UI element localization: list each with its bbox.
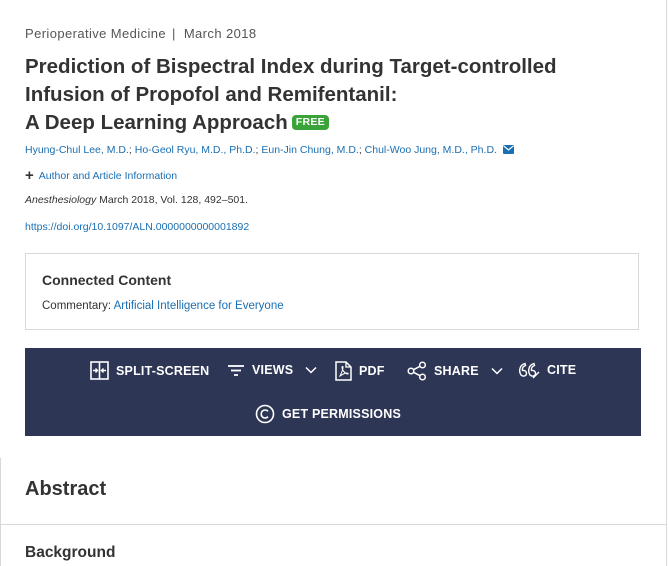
category-link[interactable]: Perioperative Medicine [25, 26, 166, 41]
get-permissions-button[interactable]: GET PERMISSIONS [255, 404, 401, 424]
page-frame-left-border [0, 458, 1, 566]
author-link-4[interactable]: Chul-Woo Jung, M.D., Ph.D. [365, 144, 497, 156]
cite-button[interactable]: CITE [518, 361, 576, 379]
article-meta: Perioperative Medicine | March 2018 [25, 26, 256, 41]
author-link-1[interactable]: Hyung-Chul Lee, M.D. [25, 144, 129, 156]
cite-label: CITE [547, 363, 577, 377]
author-separator: ; [128, 144, 132, 156]
cite-icon [518, 361, 540, 379]
citation-details: March 2018, Vol. 128, 492–501. [99, 194, 249, 206]
chevron-down-icon [491, 367, 503, 375]
author-list: Hyung-Chul Lee, M.D.; Ho-Geol Ryu, M.D.,… [25, 144, 514, 157]
free-badge: FREE [291, 115, 329, 130]
share-icon [407, 361, 427, 381]
connected-content-heading: Connected Content [42, 272, 172, 288]
title-line-1: Prediction of Bispectral Index during Ta… [25, 55, 557, 78]
author-separator: ; [255, 144, 259, 156]
pdf-icon [335, 361, 352, 381]
author-info-label: Author and Article Information [38, 170, 178, 182]
title-line-3: A Deep Learning Approach FREE [25, 109, 625, 137]
views-button[interactable]: VIEWS [227, 361, 317, 379]
author-info-toggle[interactable]: + Author and Article Information [25, 167, 177, 184]
author-link-3[interactable]: Eun-Jin Chung, M.D. [261, 144, 358, 156]
views-label: VIEWS [252, 363, 294, 377]
chevron-down-icon [305, 366, 317, 374]
pdf-label: PDF [359, 364, 385, 378]
share-button[interactable]: SHARE [407, 361, 503, 381]
filter-icon [227, 361, 245, 379]
abstract-heading: Abstract [25, 478, 107, 500]
copyright-icon [255, 404, 275, 424]
author-separator: ; [358, 144, 362, 156]
citation-line: Anesthesiology March 2018, Vol. 128, 492… [25, 194, 248, 206]
plus-icon: + [25, 167, 34, 184]
title-line-2: Infusion of Propofol and Remifentanil: [25, 83, 398, 106]
section-divider [1, 524, 666, 525]
page-frame-right-border [666, 0, 667, 566]
mail-icon[interactable] [502, 145, 514, 157]
commentary-line: Commentary: Artificial Intelligence for … [42, 300, 284, 312]
split-screen-label: SPLIT-SCREEN [116, 363, 210, 378]
title-line-3-text: A Deep Learning Approach [25, 111, 288, 134]
doi-link[interactable]: https://doi.org/10.1097/ALN.000000000000… [25, 221, 249, 233]
connected-content-box: Connected Content Commentary: Artificial… [25, 253, 639, 330]
commentary-label: Commentary: [42, 300, 112, 312]
pdf-button[interactable]: PDF [335, 361, 385, 381]
background-heading: Background [25, 544, 116, 561]
split-screen-icon [90, 361, 109, 380]
article-toolbar: SPLIT-SCREEN VIEWS PDF SHARE CITE GET PE… [25, 348, 641, 436]
commentary-link[interactable]: Artificial Intelligence for Everyone [114, 300, 284, 312]
publication-date: March 2018 [183, 26, 257, 41]
author-link-2[interactable]: Ho-Geol Ryu, M.D., Ph.D. [135, 144, 256, 156]
meta-separator: | [172, 26, 176, 41]
share-label: SHARE [434, 364, 479, 378]
split-screen-button[interactable]: SPLIT-SCREEN [90, 361, 209, 380]
article-title: Prediction of Bispectral Index during Ta… [25, 53, 625, 137]
get-permissions-label: GET PERMISSIONS [282, 407, 401, 421]
journal-name: Anesthesiology [25, 194, 97, 206]
